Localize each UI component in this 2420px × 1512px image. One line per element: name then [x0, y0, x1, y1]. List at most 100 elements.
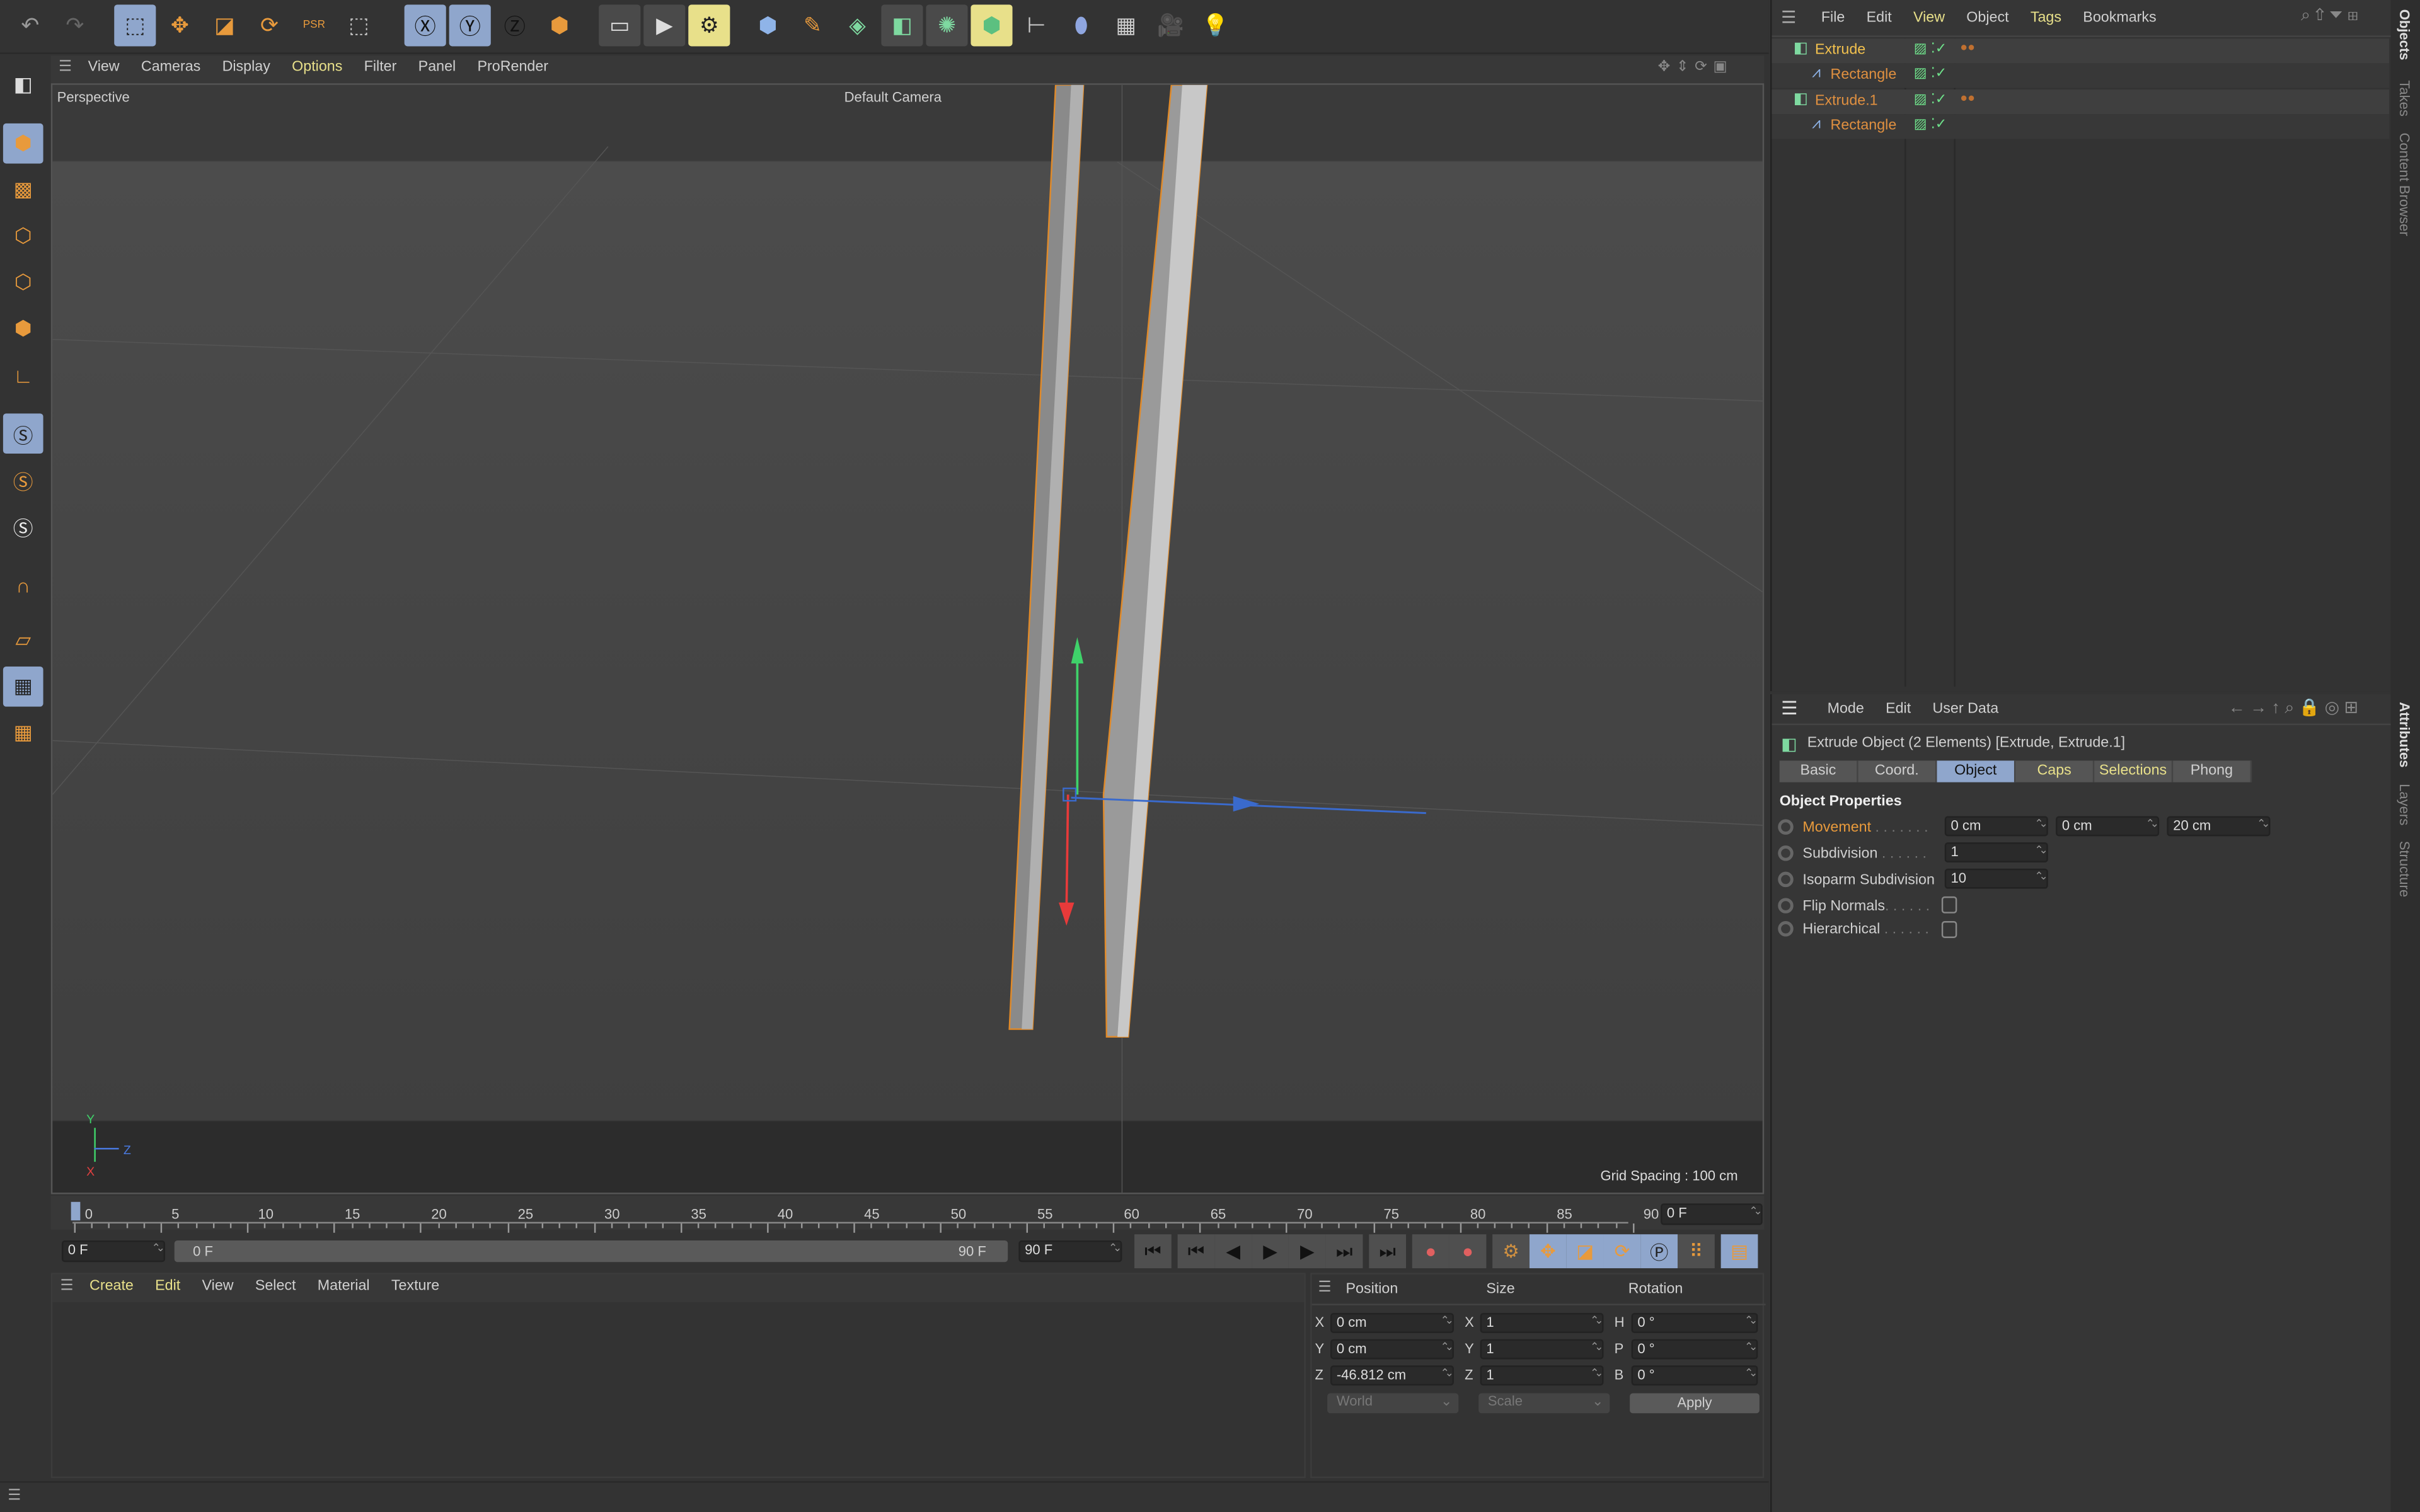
menu-create[interactable]: Create — [89, 1278, 134, 1302]
menu-tags[interactable]: Tags — [2031, 9, 2061, 36]
keyframe-settings-icon[interactable]: ⚙ — [1492, 1234, 1530, 1269]
render-view-icon[interactable]: ▭ — [599, 4, 641, 47]
pen-icon[interactable]: ✎ — [792, 4, 833, 46]
object-name[interactable]: Rectangle — [1831, 117, 1897, 134]
coord-field-sv-1[interactable]: 1 — [1480, 1339, 1604, 1360]
hamburger-icon[interactable]: ☰ — [1318, 1279, 1331, 1296]
make-editable-icon[interactable]: ◧ — [3, 65, 43, 105]
animate-radio[interactable] — [1778, 819, 1794, 835]
menu-user-data[interactable]: User Data — [1932, 701, 1998, 724]
subdivision-field[interactable]: 1 — [1944, 842, 2048, 862]
redo-icon[interactable]: ↷ — [54, 4, 96, 46]
tab-caps[interactable]: Caps — [2015, 760, 2095, 782]
object-name[interactable]: Rectangle — [1831, 67, 1897, 84]
tab-selections[interactable]: Selections — [2094, 760, 2174, 782]
tab-coord[interactable]: Coord. — [1858, 760, 1937, 782]
timeline-layout-icon[interactable]: ▤ — [1720, 1234, 1758, 1269]
menu-file[interactable]: File — [1821, 9, 1845, 36]
tab-object[interactable]: Object — [1937, 760, 2016, 782]
floor-icon[interactable]: ▦ — [1105, 4, 1146, 46]
axis-mode-icon[interactable]: ∟ — [3, 355, 43, 395]
flip-normals-checkbox[interactable] — [1941, 896, 1957, 914]
key-position-icon[interactable]: ✥ — [1529, 1234, 1567, 1269]
menu-prorender[interactable]: ProRender — [478, 59, 549, 83]
menu-texture[interactable]: Texture — [391, 1278, 439, 1302]
coord-field-rv-0[interactable]: 0 ° — [1631, 1313, 1758, 1333]
side-tab-content-browser[interactable]: Content Browser — [2397, 133, 2412, 236]
current-frame-field[interactable]: 0 F — [1661, 1203, 1763, 1225]
live-selection-icon[interactable]: ⬚ — [114, 4, 156, 47]
key-rotation-icon[interactable]: ⟳ — [1603, 1234, 1641, 1269]
move-icon[interactable]: ✥ — [159, 4, 200, 46]
hamburger-icon[interactable]: ☰ — [1781, 697, 1797, 719]
menu-object[interactable]: Object — [1966, 9, 2008, 36]
z-axis-lock-icon[interactable]: Ⓩ — [494, 4, 536, 46]
frame-range-slider[interactable]: 0 F 90 F — [174, 1240, 1008, 1263]
menu-material[interactable]: Material — [318, 1278, 370, 1302]
movement-y-field[interactable]: 0 cm — [2056, 816, 2160, 837]
menu-filter[interactable]: Filter — [364, 59, 397, 83]
mograph-icon[interactable]: ⬢ — [971, 4, 1013, 47]
attributes-nav-icons[interactable]: ←→↑⌕🔒◎⊞ — [2228, 697, 2363, 719]
undo-icon[interactable]: ↶ — [9, 4, 51, 46]
side-tab-takes[interactable]: Takes — [2397, 80, 2412, 117]
animate-radio[interactable] — [1778, 898, 1794, 914]
coord-field-rv-1[interactable]: 0 ° — [1631, 1339, 1758, 1360]
menu-view[interactable]: View — [88, 59, 120, 83]
snap-mode-icon[interactable]: Ⓢ — [3, 506, 43, 546]
play-icon[interactable]: ▶ — [1252, 1234, 1289, 1269]
hamburger-icon[interactable]: ☰ — [1781, 8, 1796, 28]
timeline[interactable] — [50, 1195, 1765, 1230]
tab-basic[interactable]: Basic — [1779, 760, 1858, 782]
locked-workplane-icon[interactable]: ▦ — [3, 666, 43, 707]
menu-options[interactable]: Options — [292, 59, 342, 83]
object-row[interactable]: ◧ Extrude.1 ▨ ⁚✓ ●● — [1772, 89, 2390, 114]
points-mode-icon[interactable]: ⬡ — [3, 216, 43, 256]
menu-edit[interactable]: Edit — [1886, 701, 1911, 724]
isoparm-field[interactable]: 10 — [1944, 868, 2048, 889]
object-name[interactable]: Extrude.1 — [1815, 92, 1878, 109]
hamburger-icon[interactable]: ☰ — [59, 59, 72, 76]
hierarchical-checkbox[interactable] — [1941, 921, 1957, 938]
record-icon[interactable]: ● — [1412, 1234, 1449, 1269]
goto-start-icon[interactable]: ⏮ — [1134, 1234, 1172, 1269]
hamburger-icon[interactable]: ☰ — [8, 1487, 21, 1504]
movement-z-field[interactable]: 20 cm — [2167, 816, 2271, 837]
menu-cameras[interactable]: Cameras — [141, 59, 200, 83]
menu-edit[interactable]: Edit — [1867, 9, 1892, 36]
deformer-icon[interactable]: ⊢ — [1015, 4, 1057, 46]
texture-mode-icon[interactable]: ▩ — [3, 169, 43, 210]
prev-key-icon[interactable]: ⏮ — [1177, 1234, 1215, 1269]
size-mode-select[interactable]: Scale ⌄ — [1478, 1393, 1610, 1414]
snap-icon[interactable]: Ⓢ — [3, 413, 43, 454]
viewport[interactable]: Perspective Default Camera Grid Spacing … — [50, 83, 1765, 1194]
start-frame-field[interactable]: 0 F — [61, 1240, 166, 1263]
material-tag-icon[interactable]: ●● — [1960, 90, 1975, 104]
planar-workplane-icon[interactable]: ▦ — [3, 713, 43, 753]
visibility-toggle-icon[interactable]: ▨ ⁚✓ — [1914, 90, 1947, 107]
scale-icon[interactable]: ◪ — [204, 4, 245, 46]
coordinate-system-icon[interactable]: ⬢ — [539, 4, 580, 46]
field-icon[interactable]: ⬮ — [1060, 4, 1102, 46]
side-tab-attributes[interactable]: Attributes — [2397, 702, 2412, 767]
side-tab-layers[interactable]: Layers — [2397, 784, 2412, 825]
key-pla-icon[interactable]: ⠿ — [1678, 1234, 1715, 1269]
magnet-icon[interactable]: ∩ — [3, 564, 43, 605]
side-tab-objects[interactable]: Objects — [2397, 9, 2412, 60]
coord-system-select[interactable]: World ⌄ — [1327, 1393, 1459, 1414]
coord-field-sv-0[interactable]: 1 — [1480, 1313, 1604, 1333]
autokey-icon[interactable]: ● — [1449, 1234, 1487, 1269]
object-name[interactable]: Extrude — [1815, 42, 1865, 59]
edges-mode-icon[interactable]: ⬡ — [3, 262, 43, 302]
psr-icon[interactable]: PSR — [293, 4, 335, 46]
camera-name[interactable]: Default Camera — [844, 89, 942, 105]
object-manager-tools-icons[interactable]: ⌕⇧⏷⊞ — [2301, 6, 2363, 26]
extrude-generator-icon[interactable]: ◧ — [881, 4, 923, 47]
light-icon[interactable]: 💡 — [1195, 4, 1236, 46]
object-row[interactable]: ⩘ Rectangle ▨ ⁚✓ — [1772, 64, 2390, 89]
workplane-icon[interactable]: ▱ — [3, 620, 43, 660]
cube-icon[interactable]: ⬢ — [747, 4, 788, 46]
cloner-icon[interactable]: ✺ — [926, 4, 968, 47]
hamburger-icon[interactable]: ☰ — [60, 1278, 74, 1295]
object-row[interactable]: ⩘ Rectangle ▨ ⁚✓ — [1772, 113, 2390, 139]
